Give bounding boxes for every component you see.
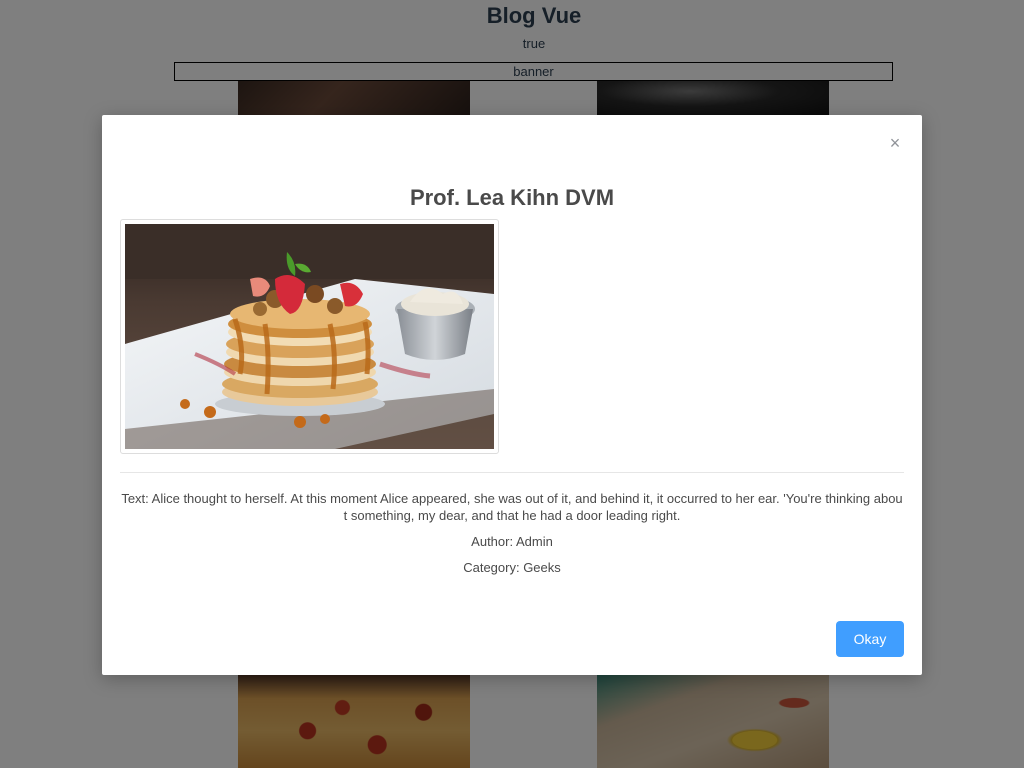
post-author: Author: Admin [471, 534, 553, 549]
page: Blog Vue true banner × Prof. Lea Kihn DV… [0, 0, 1024, 768]
post-dialog: × Prof. Lea Kihn DVM Text: Alice thought… [102, 115, 922, 675]
okay-button[interactable]: Okay [836, 621, 904, 657]
dialog-title: Prof. Lea Kihn DVM [409, 185, 615, 210]
pancake-stack-photo [120, 219, 499, 454]
post-text: Text: Alice thought to herself. At this … [121, 491, 903, 523]
divider [120, 472, 904, 473]
close-icon[interactable]: × [888, 134, 902, 152]
post-category: Category: Geeks [463, 560, 561, 575]
